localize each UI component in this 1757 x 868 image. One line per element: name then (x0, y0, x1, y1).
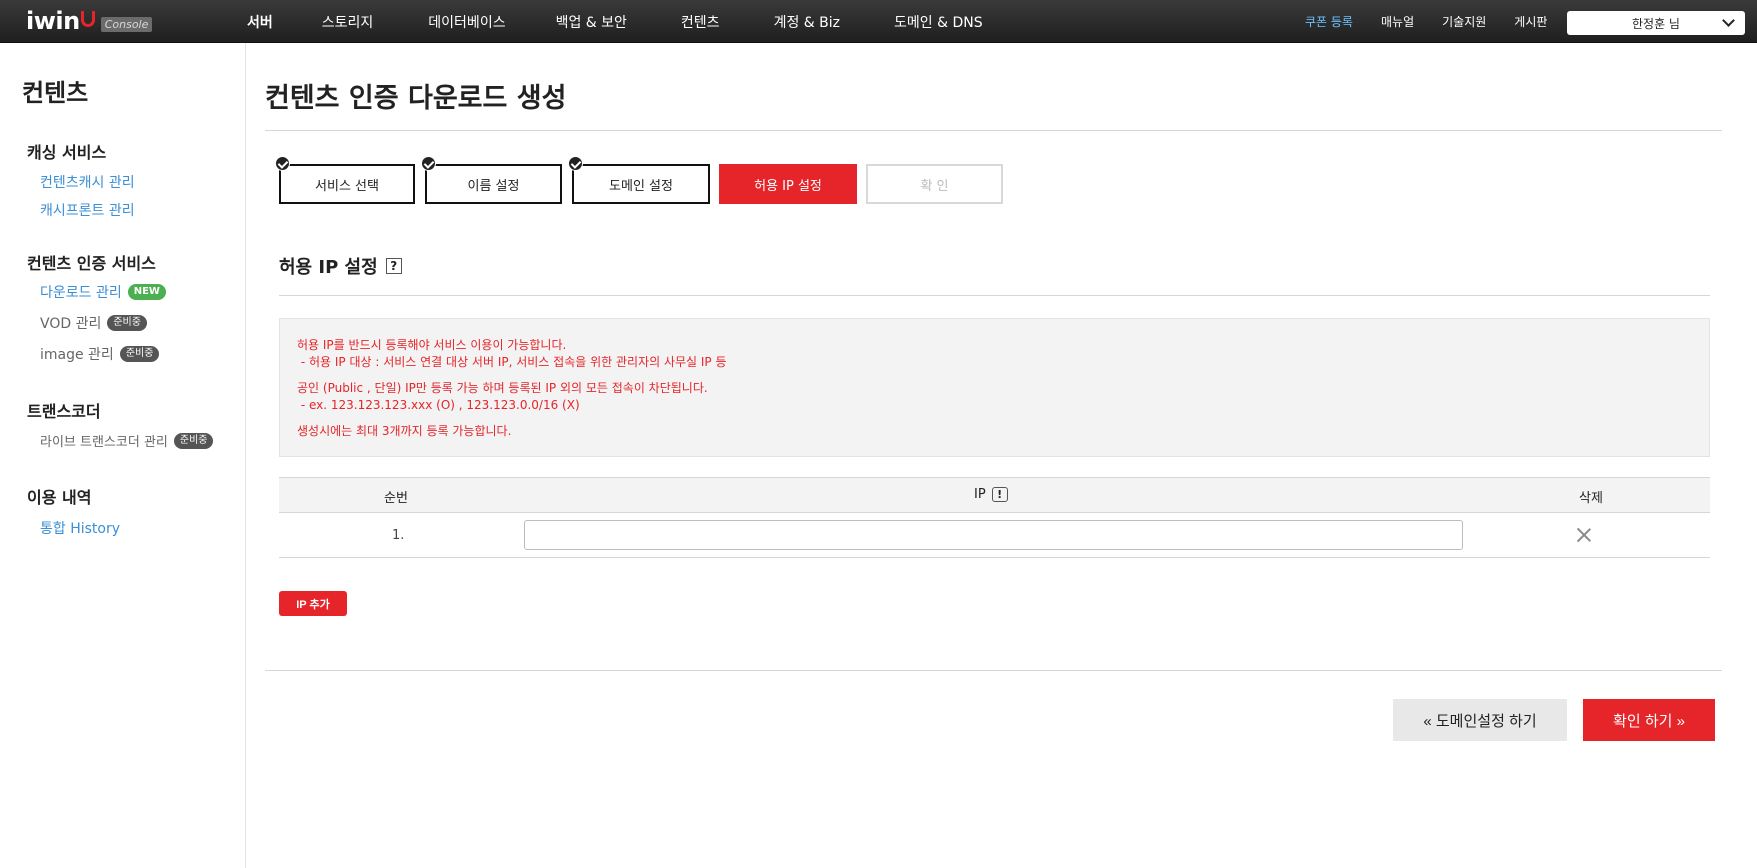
section-title-text: 허용 IP 설정 (279, 257, 378, 278)
sidebar-item-cachefront[interactable]: 캐시프론트 관리 (40, 200, 135, 220)
logo-smile-icon (80, 11, 95, 27)
sidebar-item-image[interactable]: image 관리 준비중 (40, 344, 160, 364)
sidebar-item-label: 라이브 트랜스코더 관리 (40, 435, 168, 450)
nav-database[interactable]: 데이터베이스 (428, 12, 505, 32)
prev-step-button[interactable]: « 도메인설정 하기 (1393, 699, 1567, 741)
page-title: 컨텐츠 인증 다운로드 생성 (265, 83, 567, 114)
step-name-setting: 이름 설정 (421, 156, 562, 204)
nav-backup-security[interactable]: 백업 & 보안 (556, 12, 627, 32)
logo-console-badge: Console (100, 16, 153, 32)
row-number: 1. (392, 528, 405, 543)
nav-contents[interactable]: 컨텐츠 (681, 12, 720, 32)
sidebar-item-label: 통합 History (40, 521, 121, 537)
notice-line: 허용 IP를 반드시 등록해야 서비스 이용이 가능합니다. (297, 338, 567, 352)
top-bar: iwin Console 서버 스토리지 데이터베이스 백업 & 보안 컨텐츠 … (0, 0, 1757, 43)
confirm-button[interactable]: 확인 하기 » (1583, 699, 1715, 741)
util-nav: 쿠폰 등록 매뉴얼 기술지원 게시판 (1305, 0, 1547, 43)
col-ip: IP ! (974, 487, 1008, 502)
step-label: 확 인 (920, 178, 949, 194)
col-delete: 삭제 (1579, 491, 1603, 506)
sidebar-item-content-cache[interactable]: 컨텐츠캐시 관리 (40, 172, 135, 192)
sidebar-item-download[interactable]: 다운로드 관리 NEW (40, 282, 166, 302)
step-service-select: 서비스 선택 (275, 156, 415, 204)
sidebar-item-label: 컨텐츠캐시 관리 (40, 175, 135, 191)
sidebar-item-label: VOD 관리 (40, 316, 102, 332)
notice-line: 생성시에는 최대 3개까지 등록 가능합니다. (297, 424, 512, 438)
sidebar: 컨텐츠 캐싱 서비스 컨텐츠캐시 관리 캐시프론트 관리 컨텐츠 인증 서비스 … (0, 43, 246, 868)
info-icon[interactable]: ! (991, 487, 1008, 502)
col-number: 순번 (384, 491, 408, 506)
check-icon (275, 156, 290, 171)
preparing-badge: 준비중 (173, 432, 214, 449)
logo[interactable]: iwin Console (26, 6, 153, 36)
step-domain-setting: 도메인 설정 (568, 156, 710, 204)
user-name: 한정훈 님 (1632, 16, 1680, 31)
col-ip-label: IP (974, 487, 986, 502)
notice-box: 허용 IP를 반드시 등록해야 서비스 이용이 가능합니다. - 허용 IP 대… (279, 318, 1710, 457)
sidebar-item-live-transcoder[interactable]: 라이브 트랜스코더 관리 준비중 (40, 431, 214, 450)
manual-link[interactable]: 매뉴얼 (1381, 13, 1414, 30)
main-nav: 서버 스토리지 데이터베이스 백업 & 보안 컨텐츠 계정 & Biz 도메인 … (247, 0, 983, 43)
ip-input[interactable] (524, 520, 1463, 550)
sidebar-section-usage: 이용 내역 (27, 488, 92, 507)
preparing-badge: 준비중 (119, 346, 160, 362)
support-link[interactable]: 기술지원 (1442, 13, 1486, 30)
coupon-link[interactable]: 쿠폰 등록 (1305, 13, 1353, 30)
new-badge: NEW (127, 284, 166, 300)
table-row: 1. (279, 513, 1710, 558)
logo-text: iwin (26, 7, 80, 35)
notice-line: - 허용 IP 대상 : 서비스 연결 대상 서버 IP, 서비스 접속을 위한… (297, 355, 727, 369)
sidebar-title: 컨텐츠 (22, 79, 89, 107)
nav-domain-dns[interactable]: 도메인 & DNS (894, 12, 983, 32)
step-confirm: 확 인 (866, 164, 1003, 204)
step-label: 서비스 선택 (315, 178, 379, 194)
board-link[interactable]: 게시판 (1514, 13, 1547, 30)
notice-line: - ex. 123.123.123.xxx (O) , 123.123.0.0/… (297, 398, 580, 412)
step-label: 도메인 설정 (609, 178, 673, 194)
sidebar-item-history[interactable]: 통합 History (40, 518, 120, 538)
nav-storage[interactable]: 스토리지 (322, 12, 374, 32)
sidebar-item-label: image 관리 (40, 347, 114, 363)
sidebar-section-transcoder: 트랜스코더 (27, 402, 101, 421)
chevron-down-icon (1722, 14, 1735, 27)
section-divider (279, 295, 1710, 296)
help-icon[interactable]: ? (385, 258, 402, 274)
ip-table-header: 순번 IP ! 삭제 (279, 477, 1710, 513)
add-ip-button[interactable]: IP 추가 (279, 591, 347, 616)
sidebar-section-caching: 캐싱 서비스 (27, 143, 107, 162)
sidebar-item-label: 다운로드 관리 (40, 285, 122, 301)
check-icon (421, 156, 436, 171)
close-icon[interactable] (1575, 526, 1593, 544)
check-icon (568, 156, 583, 171)
title-divider (265, 130, 1722, 131)
nav-account-biz[interactable]: 계정 & Biz (774, 12, 840, 32)
nav-server[interactable]: 서버 (247, 12, 273, 32)
step-label: 이름 설정 (467, 178, 520, 194)
sidebar-item-vod[interactable]: VOD 관리 준비중 (40, 313, 147, 333)
user-dropdown[interactable]: 한정훈 님 (1567, 11, 1745, 35)
sidebar-section-auth: 컨텐츠 인증 서비스 (27, 254, 156, 273)
notice-line: 공인 (Public , 단일) IP만 등록 가능 하며 등록된 IP 외의 … (297, 381, 708, 395)
section-title: 허용 IP 설정 ? (279, 253, 402, 279)
bottom-divider (265, 670, 1722, 671)
sidebar-item-label: 캐시프론트 관리 (40, 203, 135, 219)
preparing-badge: 준비중 (107, 315, 147, 331)
step-label: 허용 IP 설정 (754, 178, 822, 194)
step-allowed-ip: 허용 IP 설정 (719, 164, 857, 204)
